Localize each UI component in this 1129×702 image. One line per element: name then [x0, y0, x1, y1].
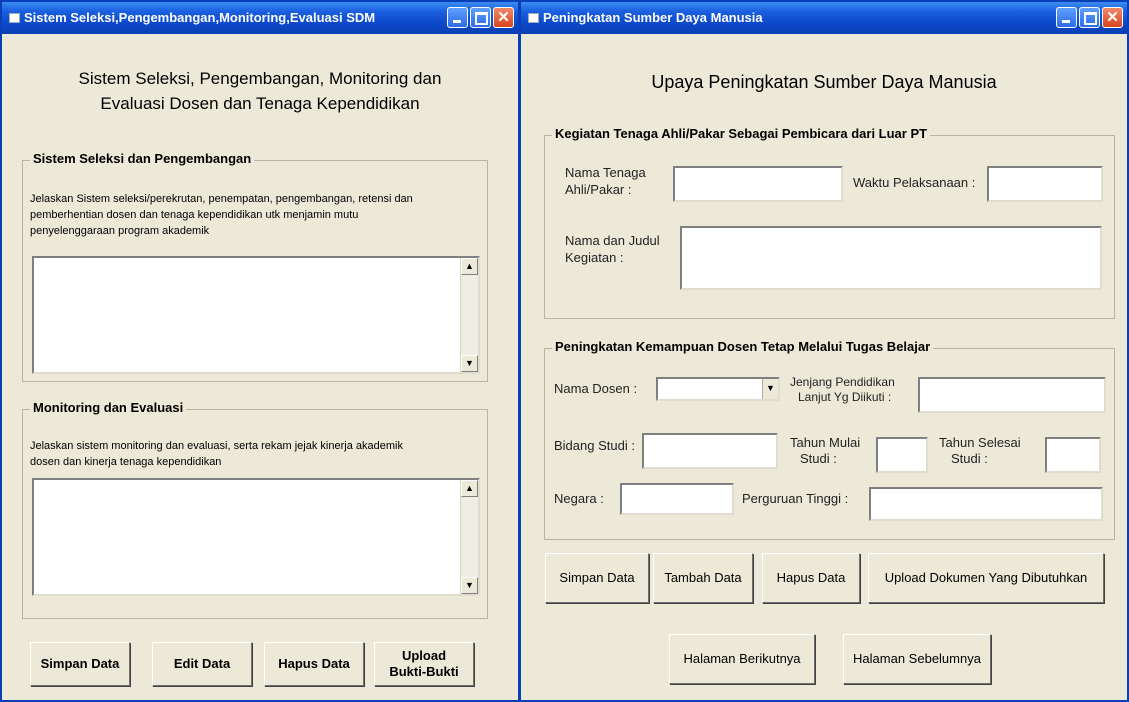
seleksi-textarea[interactable]: ▲ ▼	[32, 256, 480, 374]
group-legend: Sistem Seleksi dan Pengembangan	[30, 151, 255, 166]
label-line: Studi :	[951, 451, 988, 466]
end-year-input[interactable]	[1045, 437, 1101, 473]
window-title: Peningkatan Sumber Daya Manusia	[543, 10, 763, 25]
label-line: Lanjut Yg Diikuti :	[798, 390, 892, 404]
time-label: Waktu Pelaksanaan :	[853, 175, 976, 190]
monitoring-textarea[interactable]: ▲ ▼	[32, 478, 480, 596]
expert-name-label: Nama Tenaga Ahli/Pakar :	[565, 164, 646, 198]
start-year-input[interactable]	[876, 437, 928, 473]
close-button[interactable]: ✕	[493, 7, 514, 28]
time-input[interactable]	[987, 166, 1103, 202]
desc-line: pemberhentian dosen dan tenaga kependidi…	[30, 209, 359, 221]
label-line: Kegiatan :	[565, 250, 624, 265]
desc-line: penyelenggaraan program akademik	[30, 225, 210, 237]
field-of-study-input[interactable]	[642, 433, 778, 469]
label-line: Studi :	[800, 451, 837, 466]
education-level-label: Jenjang Pendidikan Lanjut Yg Diikuti :	[790, 375, 895, 405]
vertical-scrollbar[interactable]: ▲ ▼	[460, 258, 478, 372]
group-description: Jelaskan sistem monitoring dan evaluasi,…	[30, 438, 480, 470]
university-input[interactable]	[869, 487, 1103, 521]
app-icon	[528, 13, 539, 23]
label-line: Tahun Mulai	[790, 435, 861, 450]
button-label-line: Upload	[401, 648, 447, 663]
heading-line-2: Evaluasi Dosen dan Tenaga Kependidikan	[100, 94, 420, 113]
label-line: Ahli/Pakar :	[565, 182, 632, 197]
next-page-button[interactable]: Halaman Berikutnya	[669, 634, 815, 684]
desc-line: Jelaskan Sistem seleksi/perekrutan, pene…	[30, 193, 413, 205]
minimize-button[interactable]	[1056, 7, 1077, 28]
close-icon: ✕	[1106, 9, 1119, 26]
window-title: Sistem Seleksi,Pengembangan,Monitoring,E…	[24, 10, 376, 25]
upload-evidence-button[interactable]: Upload Bukti-Bukti	[374, 642, 474, 686]
activity-input[interactable]	[680, 226, 1102, 290]
save-button[interactable]: Simpan Data	[545, 553, 649, 603]
vertical-scrollbar[interactable]: ▲ ▼	[460, 480, 478, 594]
group-kegiatan-tenaga-ahli: Kegiatan Tenaga Ahli/Pakar Sebagai Pembi…	[544, 126, 1115, 319]
maximize-button[interactable]	[1079, 7, 1100, 28]
window-sistem-seleksi: Sistem Seleksi,Pengembangan,Monitoring,E…	[0, 0, 520, 702]
delete-button[interactable]: Hapus Data	[762, 553, 860, 603]
expert-name-input[interactable]	[673, 166, 843, 202]
group-peningkatan-kemampuan-dosen: Peningkatan Kemampuan Dosen Tetap Melalu…	[544, 339, 1115, 540]
label-line: Nama dan Judul	[565, 233, 660, 248]
desc-line: Jelaskan sistem monitoring dan evaluasi,…	[30, 440, 403, 452]
start-year-label: Tahun Mulai Studi :	[790, 435, 860, 467]
close-icon: ✕	[497, 9, 510, 26]
scroll-up-icon[interactable]: ▲	[461, 258, 478, 275]
lecturer-name-label: Nama Dosen :	[554, 381, 638, 396]
page-heading: Sistem Seleksi, Pengembangan, Monitoring…	[2, 66, 518, 116]
scroll-up-icon[interactable]: ▲	[461, 480, 478, 497]
group-legend: Monitoring dan Evaluasi	[30, 400, 187, 415]
label-line: Jenjang Pendidikan	[790, 375, 895, 389]
delete-button[interactable]: Hapus Data	[264, 642, 364, 686]
heading-line-1: Sistem Seleksi, Pengembangan, Monitoring…	[78, 69, 442, 88]
previous-page-button[interactable]: Halaman Sebelumnya	[843, 634, 991, 684]
maximize-icon	[475, 12, 488, 25]
window-peningkatan-sdm: Peningkatan Sumber Daya Manusia ✕ Upaya …	[519, 0, 1129, 702]
group-seleksi-pengembangan: Sistem Seleksi dan Pengembangan Jelaskan…	[22, 151, 488, 382]
activity-label: Nama dan Judul Kegiatan :	[565, 232, 660, 266]
chevron-down-icon[interactable]: ▼	[762, 379, 778, 399]
minimize-icon	[1062, 20, 1070, 23]
lecturer-name-dropdown[interactable]: ▼	[656, 377, 780, 401]
group-description: Jelaskan Sistem seleksi/perekrutan, pene…	[30, 191, 480, 239]
scroll-down-icon[interactable]: ▼	[461, 355, 478, 372]
university-label: Perguruan Tinggi :	[742, 491, 849, 506]
group-legend: Peningkatan Kemampuan Dosen Tetap Melalu…	[552, 339, 934, 354]
title-bar[interactable]: Peningkatan Sumber Daya Manusia ✕	[521, 2, 1127, 34]
group-monitoring-evaluasi: Monitoring dan Evaluasi Jelaskan sistem …	[22, 400, 488, 619]
add-button[interactable]: Tambah Data	[653, 553, 753, 603]
close-button[interactable]: ✕	[1102, 7, 1123, 28]
country-label: Negara :	[554, 491, 604, 506]
title-bar[interactable]: Sistem Seleksi,Pengembangan,Monitoring,E…	[2, 2, 518, 34]
label-line: Tahun Selesai	[939, 435, 1021, 450]
field-of-study-label: Bidang Studi :	[554, 438, 635, 453]
end-year-label: Tahun Selesai Studi :	[939, 435, 1021, 467]
minimize-button[interactable]	[447, 7, 468, 28]
label-line: Nama Tenaga	[565, 165, 646, 180]
desc-line: dosen dan kinerja tenaga kependidikan	[30, 456, 222, 468]
country-input[interactable]	[620, 483, 734, 515]
button-label-line: Bukti-Bukti	[389, 664, 459, 679]
save-button[interactable]: Simpan Data	[30, 642, 130, 686]
app-icon	[9, 13, 20, 23]
upload-documents-button[interactable]: Upload Dokumen Yang Dibutuhkan	[868, 553, 1104, 603]
education-level-input[interactable]	[918, 377, 1106, 413]
minimize-icon	[453, 20, 461, 23]
page-heading: Upaya Peningkatan Sumber Daya Manusia	[651, 72, 997, 92]
group-legend: Kegiatan Tenaga Ahli/Pakar Sebagai Pembi…	[552, 126, 931, 141]
scroll-down-icon[interactable]: ▼	[461, 577, 478, 594]
maximize-icon	[1084, 12, 1097, 25]
edit-button[interactable]: Edit Data	[152, 642, 252, 686]
maximize-button[interactable]	[470, 7, 491, 28]
